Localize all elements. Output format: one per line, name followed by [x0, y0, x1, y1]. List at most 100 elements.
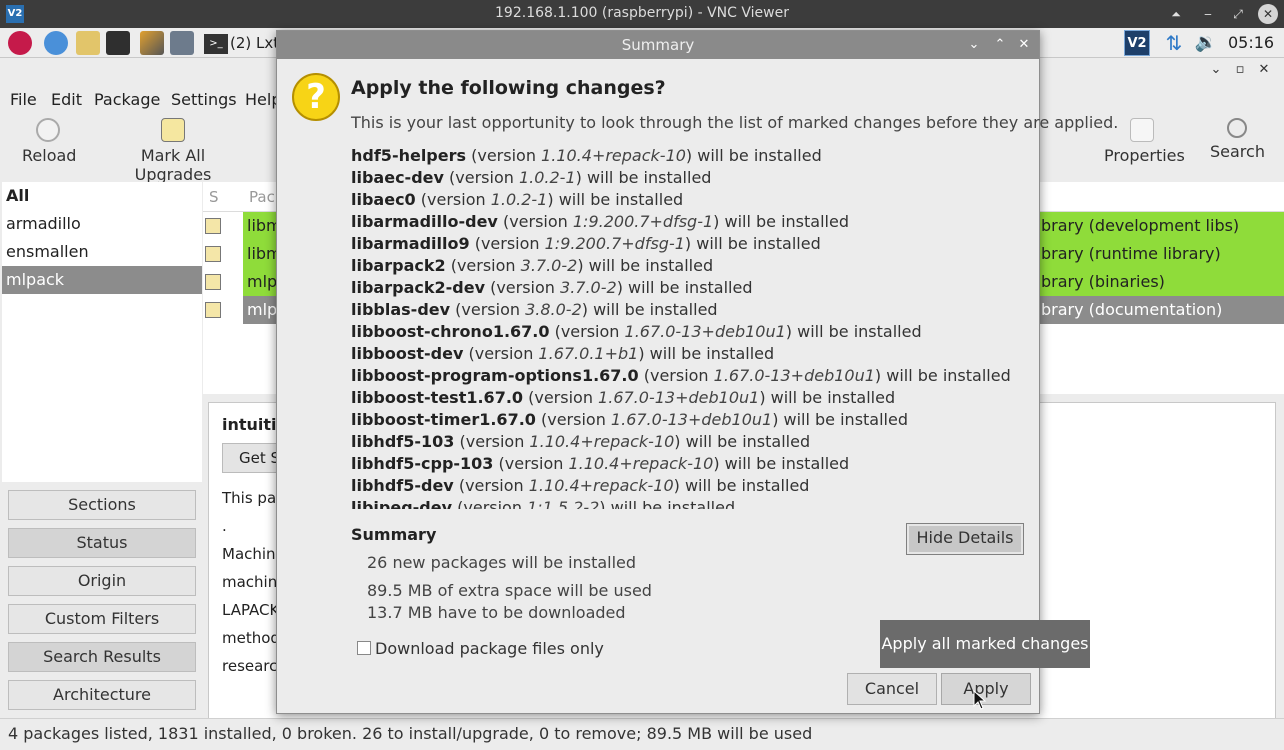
tray-vnc-icon[interactable]: V2	[1124, 30, 1150, 56]
vnc-close-icon[interactable]: ✕	[1258, 4, 1278, 24]
browser-icon[interactable]	[44, 31, 68, 55]
vnc-maximize-icon[interactable]: ⤢	[1228, 4, 1248, 24]
dialog-minimize-icon[interactable]: ⌄	[963, 31, 985, 59]
change-package: libarpack2-dev	[351, 278, 485, 297]
filter-item-armadillo[interactable]: armadillo	[2, 210, 202, 238]
change-version: 1.10.4+repack-10	[528, 476, 674, 495]
package-description: brary (runtime library)	[1041, 244, 1221, 263]
summary-extra-space: 89.5 MB of extra space will be used	[367, 581, 652, 600]
text-editor-icon[interactable]	[140, 31, 164, 55]
dialog-subtitle: This is your last opportunity to look th…	[351, 113, 1119, 132]
origin-button[interactable]: Origin	[8, 566, 196, 596]
change-item: libboost-timer1.67.0 (version 1.67.0-13+…	[351, 410, 908, 429]
filter-item-all[interactable]: All	[2, 182, 202, 210]
package-manager-icon[interactable]	[170, 31, 194, 55]
description-line: method	[222, 629, 280, 647]
hide-details-button[interactable]: Hide Details	[906, 523, 1024, 555]
cancel-button[interactable]: Cancel	[847, 673, 937, 705]
close-icon[interactable]: ✕	[1252, 62, 1276, 77]
menu-file[interactable]: File	[10, 90, 37, 109]
reload-button[interactable]: Reload	[22, 118, 77, 165]
package-name: mlp	[247, 272, 278, 291]
properties-label: Properties	[1104, 146, 1185, 165]
architecture-button[interactable]: Architecture	[8, 680, 196, 710]
change-item: libblas-dev (version 3.8.0-2) will be in…	[351, 300, 718, 319]
change-item: libhdf5-dev (version 1.10.4+repack-10) w…	[351, 476, 810, 495]
change-version: 1.10.4+repack-10	[568, 454, 714, 473]
apply-tooltip: Apply all marked changes	[880, 620, 1090, 668]
change-package: libarmadillo9	[351, 234, 470, 253]
filter-item-ensmallen[interactable]: ensmallen	[2, 238, 202, 266]
change-item: libarpack2-dev (version 3.7.0-2) will be…	[351, 278, 753, 297]
summary-dialog: Summary ⌄ ⌃ ✕ ? Apply the following chan…	[276, 30, 1118, 714]
menu-edit[interactable]: Edit	[51, 90, 82, 109]
maximize-icon[interactable]: ▫	[1228, 62, 1252, 77]
menu-settings[interactable]: Settings	[171, 90, 237, 109]
file-manager-icon[interactable]	[76, 31, 100, 55]
volume-icon[interactable]: 🔉	[1194, 31, 1218, 55]
changes-list[interactable]: hdf5-helpers (version 1.10.4+repack-10) …	[351, 145, 1021, 509]
vnc-minimize-icon[interactable]: ‒	[1198, 4, 1218, 24]
status-button[interactable]: Status	[8, 528, 196, 558]
change-item: libaec-dev (version 1.0.2-1) will be ins…	[351, 168, 712, 187]
menu-package[interactable]: Package	[94, 90, 160, 109]
change-version: 3.7.0-2	[560, 278, 617, 297]
mark-all-upgrades-label: Mark All Upgrades	[134, 146, 212, 184]
download-only-label: Download package files only	[375, 639, 604, 658]
sections-button[interactable]: Sections	[8, 490, 196, 520]
change-package: libhdf5-103	[351, 432, 455, 451]
mouse-cursor-icon	[973, 690, 987, 710]
checkbox-box	[357, 641, 371, 655]
change-item: libarmadillo-dev (version 1:9.200.7+dfsg…	[351, 212, 849, 231]
dialog-maximize-icon[interactable]: ⌃	[989, 31, 1011, 59]
custom-filters-button[interactable]: Custom Filters	[8, 604, 196, 634]
filter-item-mlpack[interactable]: mlpack	[2, 266, 202, 294]
change-version: 1.67.0-13+deb10u1	[624, 322, 786, 341]
search-button[interactable]: Search	[1210, 118, 1265, 161]
change-package: libjpeg-dev	[351, 498, 453, 509]
clock[interactable]: 05:16	[1228, 33, 1274, 52]
download-only-checkbox[interactable]: Download package files only	[357, 639, 604, 658]
change-package: libhdf5-cpp-103	[351, 454, 494, 473]
taskbar-task-terminal[interactable]: >_ (2) Lxt	[204, 31, 282, 55]
dialog-close-icon[interactable]: ✕	[1013, 31, 1035, 59]
change-package: libboost-test1.67.0	[351, 388, 524, 407]
change-package: hdf5-helpers	[351, 146, 467, 165]
change-version: 1:1.5.2-2	[527, 498, 600, 509]
summary-heading: Summary	[351, 525, 437, 544]
vnc-toolbar-toggle-icon[interactable]: ⏶	[1166, 4, 1186, 24]
statusbar: 4 packages listed, 1831 installed, 0 bro…	[0, 718, 1284, 750]
package-status-icon	[205, 302, 221, 318]
filter-list: All armadillo ensmallen mlpack	[2, 182, 202, 482]
vnc-titlebar: V2 192.168.1.100 (raspberrypi) - VNC Vie…	[0, 0, 1284, 28]
change-item: libjpeg-dev (version 1:1.5.2-2) will be …	[351, 497, 1021, 509]
change-item: hdf5-helpers (version 1.10.4+repack-10) …	[351, 146, 822, 165]
dialog-title: Summary	[621, 36, 695, 54]
description-line: .	[222, 517, 227, 535]
package-status-icon	[205, 246, 221, 262]
change-package: libaec-dev	[351, 168, 444, 187]
change-item: libboost-test1.67.0 (version 1.67.0-13+d…	[351, 388, 896, 407]
column-status[interactable]: S	[209, 188, 219, 206]
network-icon[interactable]: ⇅	[1162, 31, 1186, 55]
search-results-button[interactable]: Search Results	[8, 642, 196, 672]
terminal-icon[interactable]	[106, 31, 130, 55]
get-screenshot-button[interactable]: Get S	[222, 443, 282, 473]
synaptic-window-controls: ⌄ ▫ ✕	[1204, 62, 1276, 77]
change-item: libboost-chrono1.67.0 (version 1.67.0-13…	[351, 322, 922, 341]
vnc-window-title: 192.168.1.100 (raspberrypi) - VNC Viewer	[495, 5, 789, 21]
change-package: libhdf5-dev	[351, 476, 454, 495]
minimize-icon[interactable]: ⌄	[1204, 62, 1228, 77]
package-status-icon	[205, 218, 221, 234]
column-package[interactable]: Pac	[249, 188, 275, 206]
raspberry-menu-icon[interactable]	[8, 31, 32, 55]
description-line: Machin	[222, 545, 276, 563]
mark-upgrades-icon	[161, 118, 185, 142]
reload-label: Reload	[22, 146, 77, 165]
change-item: libboost-program-options1.67.0 (version …	[351, 366, 1011, 385]
change-package: libboost-chrono1.67.0	[351, 322, 550, 341]
mark-all-upgrades-button[interactable]: Mark All Upgrades	[106, 118, 240, 184]
change-item: libboost-dev (version 1.67.0.1+b1) will …	[351, 344, 775, 363]
package-description: brary (development libs)	[1041, 216, 1240, 235]
dialog-heading: Apply the following changes?	[351, 77, 666, 99]
